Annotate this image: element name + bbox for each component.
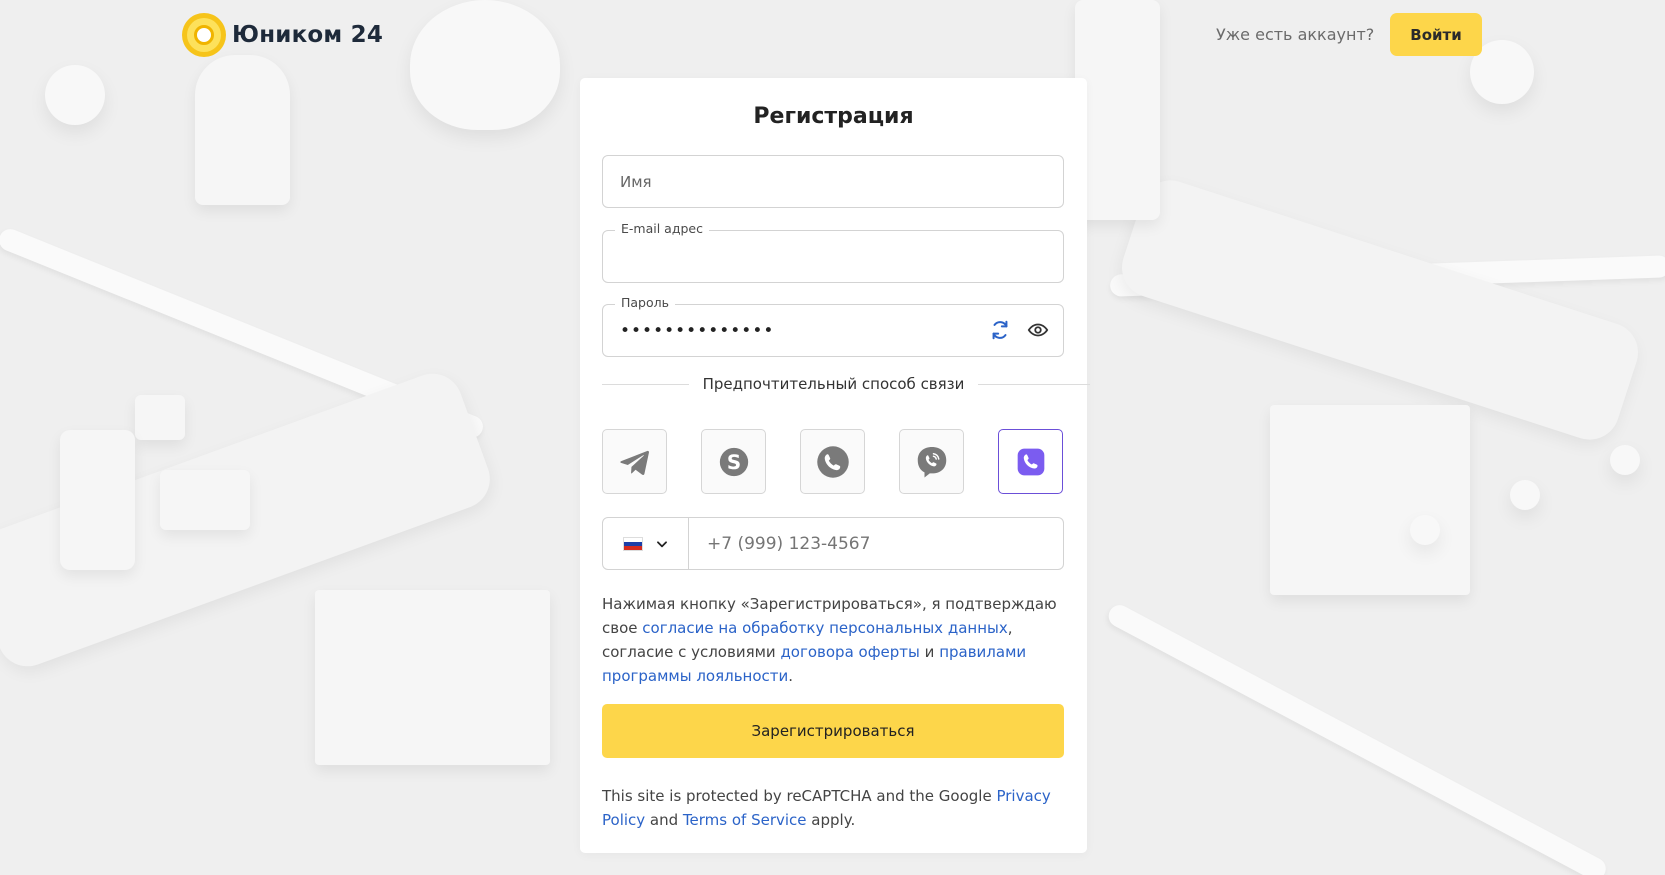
- name-field[interactable]: [602, 155, 1064, 208]
- telegram-icon: [619, 450, 649, 475]
- logo-icon: [182, 13, 226, 57]
- personal-data-consent-link[interactable]: согласие на обработку персональных данны…: [642, 619, 1007, 637]
- page-title: Регистрация: [753, 104, 914, 129]
- register-button[interactable]: Зарегистрироваться: [602, 704, 1064, 758]
- contact-viber-button[interactable]: [899, 429, 964, 494]
- email-input[interactable]: [603, 231, 1063, 282]
- contact-method-options: S: [602, 429, 1063, 494]
- contact-method-heading: Предпочтительный способ связи: [688, 375, 979, 393]
- whatsapp-icon: [816, 445, 849, 478]
- contact-whatsapp-button[interactable]: [800, 429, 865, 494]
- phone-input[interactable]: [689, 518, 1063, 569]
- phone-icon: [1017, 448, 1044, 475]
- consent-text: Нажимая кнопку «Зарегистрироваться», я п…: [602, 595, 1057, 685]
- skype-icon: S: [719, 447, 748, 476]
- password-label: Пароль: [615, 295, 675, 310]
- contact-skype-button[interactable]: S: [701, 429, 766, 494]
- registration-card: Регистрация E-mail адрес Пароль: [580, 78, 1090, 853]
- russia-flag-icon: [622, 536, 643, 551]
- brand-name: Юником 24: [232, 22, 384, 48]
- viber-icon: [917, 446, 946, 477]
- brand-logo[interactable]: Юником 24: [182, 13, 383, 57]
- email-label: E-mail адрес: [615, 221, 709, 236]
- generate-password-icon[interactable]: [989, 319, 1011, 341]
- phone-field[interactable]: [602, 517, 1064, 570]
- contact-phone-button[interactable]: [998, 429, 1063, 494]
- email-field[interactable]: E-mail адрес: [602, 221, 1064, 283]
- have-account-text: Уже есть аккаунт?: [1216, 25, 1375, 44]
- country-select[interactable]: [603, 518, 689, 569]
- login-button[interactable]: Войти: [1390, 13, 1482, 56]
- password-field[interactable]: Пароль: [602, 295, 1064, 357]
- terms-of-service-link[interactable]: Terms of Service: [683, 811, 807, 829]
- chevron-down-icon: [656, 540, 667, 547]
- offer-agreement-link[interactable]: договора оферты: [780, 643, 919, 661]
- svg-text:S: S: [726, 451, 740, 474]
- recaptcha-notice: This site is protected by reCAPTCHA and …: [602, 787, 1051, 829]
- name-input[interactable]: [603, 156, 1063, 207]
- contact-telegram-button[interactable]: [602, 429, 667, 494]
- show-password-icon[interactable]: [1027, 319, 1049, 341]
